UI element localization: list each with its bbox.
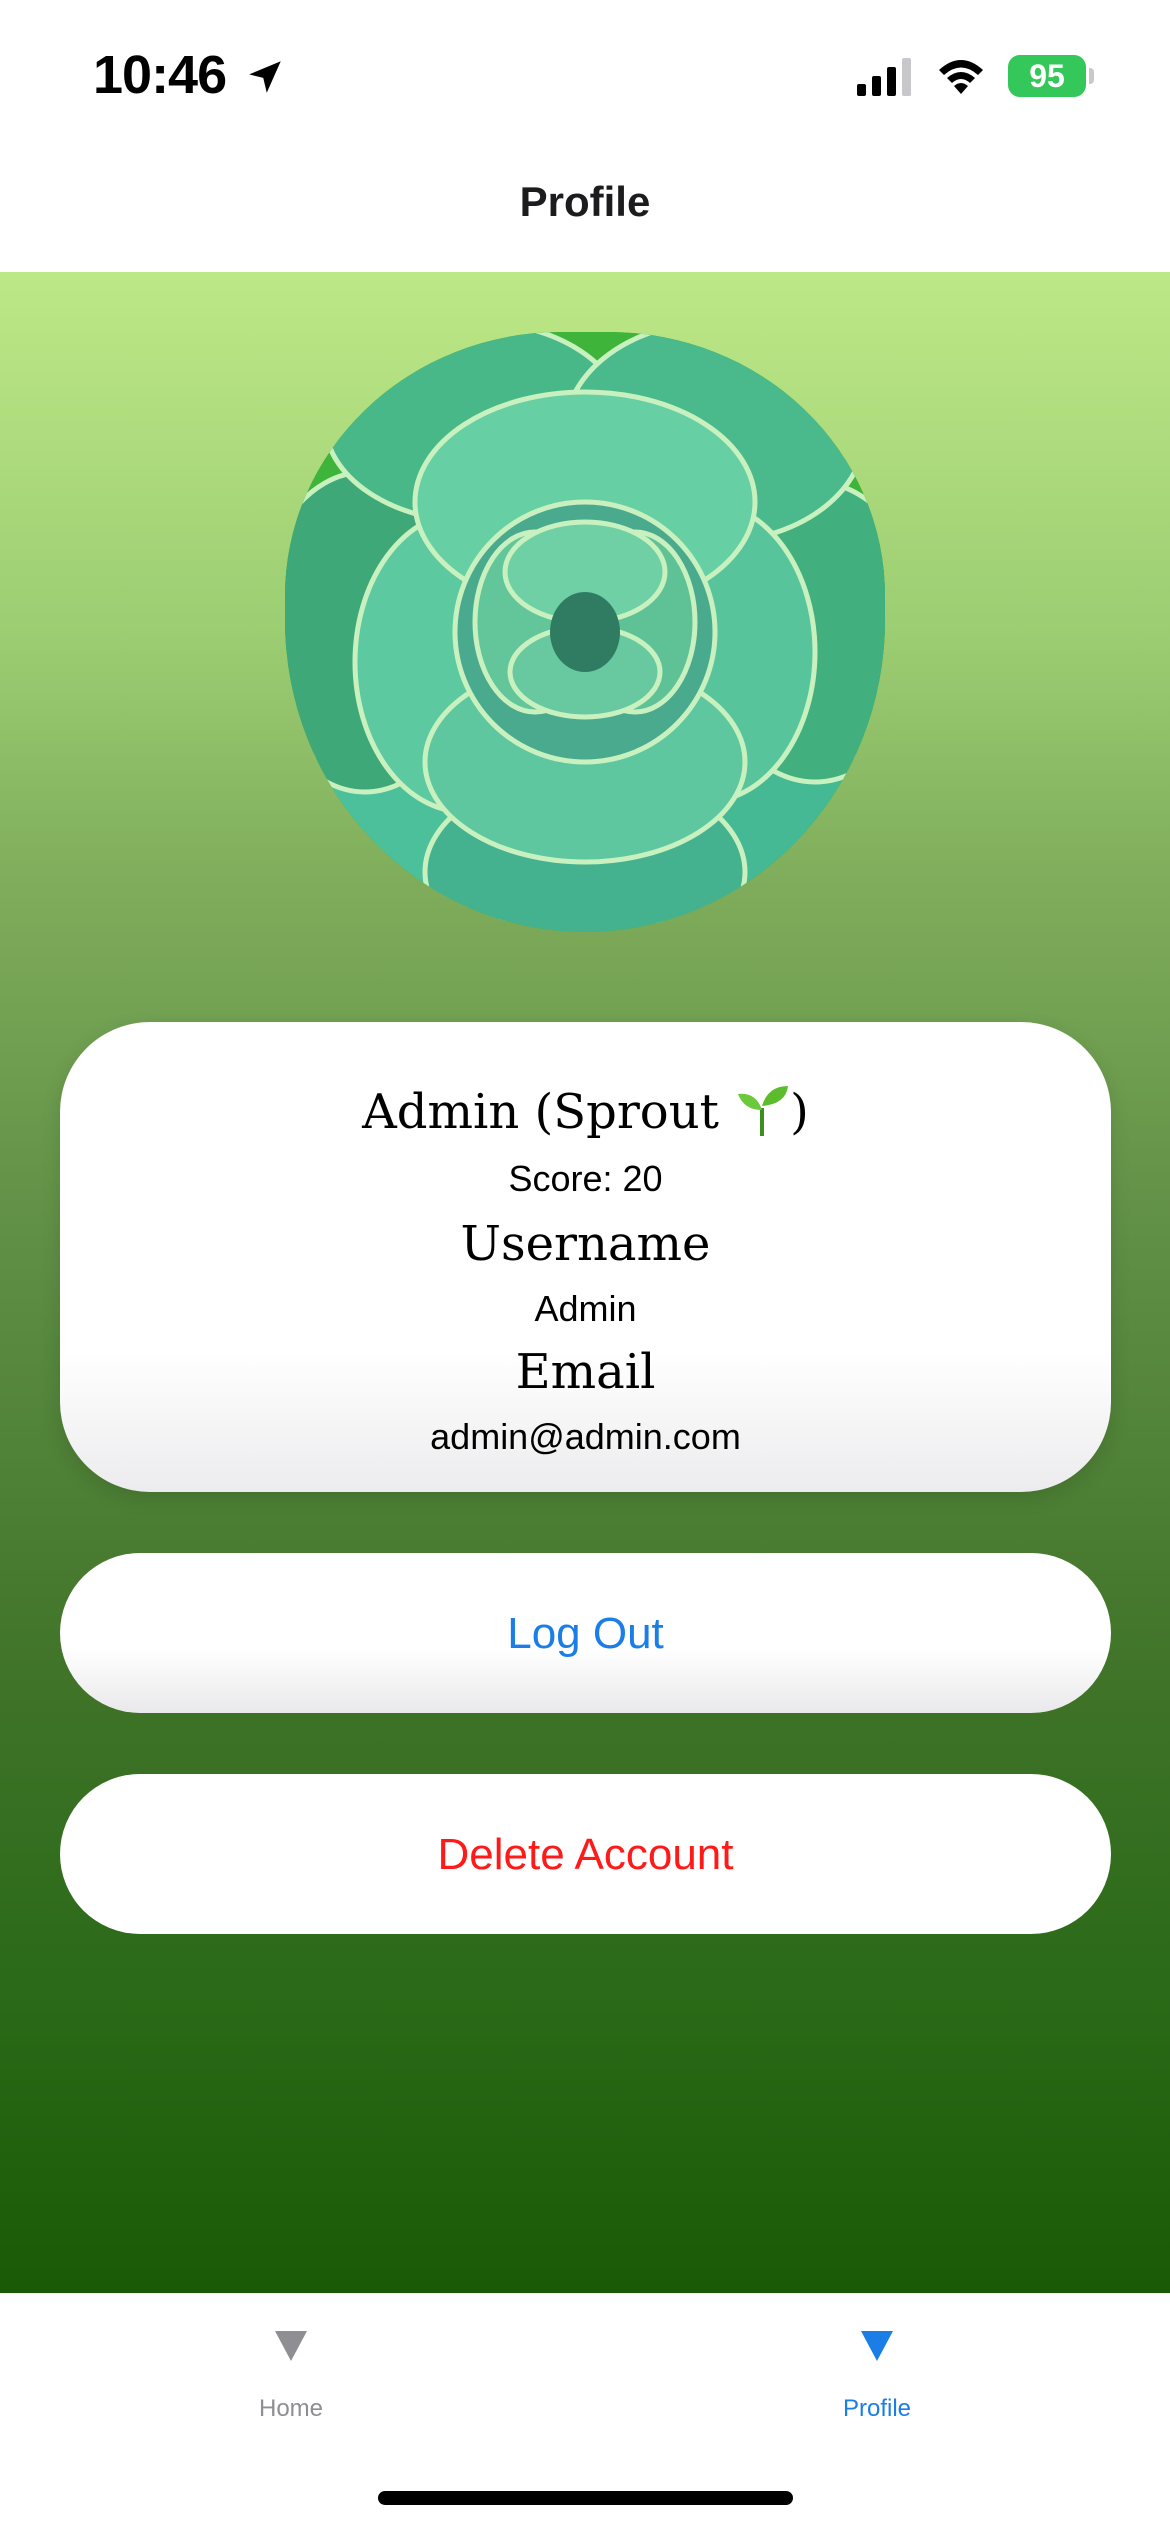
profile-name: Admin (Sprout — [362, 1084, 735, 1140]
location-arrow-icon — [249, 61, 281, 93]
sprout-icon — [738, 1086, 789, 1136]
tab-home[interactable]: Home — [191, 2325, 391, 2455]
status-time: 10:46 — [93, 45, 227, 105]
status-bar: 10:46 95 — [0, 0, 1170, 150]
succulent-image — [285, 332, 885, 932]
tab-profile-label: Profile — [842, 2395, 912, 2422]
triangle-down-icon — [861, 2331, 893, 2361]
log-out-button[interactable]: Log Out — [60, 1553, 1111, 1713]
username-heading: Username — [460, 1216, 711, 1272]
username-value: Admin — [534, 1288, 637, 1329]
profile-content: Admin (Sprout ) Score: 20 Username Admin… — [0, 272, 1170, 2293]
profile-score: Score: 20 — [508, 1158, 663, 1199]
home-indicator — [378, 2491, 793, 2505]
profile-info-card: Admin (Sprout ) Score: 20 Username Admin… — [60, 1022, 1111, 1492]
battery-cap — [1089, 68, 1094, 84]
delete-account-button[interactable]: Delete Account — [60, 1774, 1111, 1934]
page-title: Profile — [519, 178, 651, 225]
cellular-signal-icon — [857, 58, 911, 96]
profile-name-close: ) — [790, 1084, 809, 1140]
tab-home-label: Home — [258, 2395, 324, 2422]
avatar — [285, 332, 885, 932]
email-value: admin@admin.com — [430, 1416, 741, 1457]
wifi-icon — [939, 60, 983, 94]
battery-level: 95 — [1029, 58, 1065, 94]
tab-profile[interactable]: Profile — [777, 2325, 977, 2455]
profile-name-rank: Admin (Sprout ) — [60, 1082, 1111, 1140]
email-heading: Email — [515, 1344, 656, 1400]
triangle-down-icon — [275, 2331, 307, 2361]
